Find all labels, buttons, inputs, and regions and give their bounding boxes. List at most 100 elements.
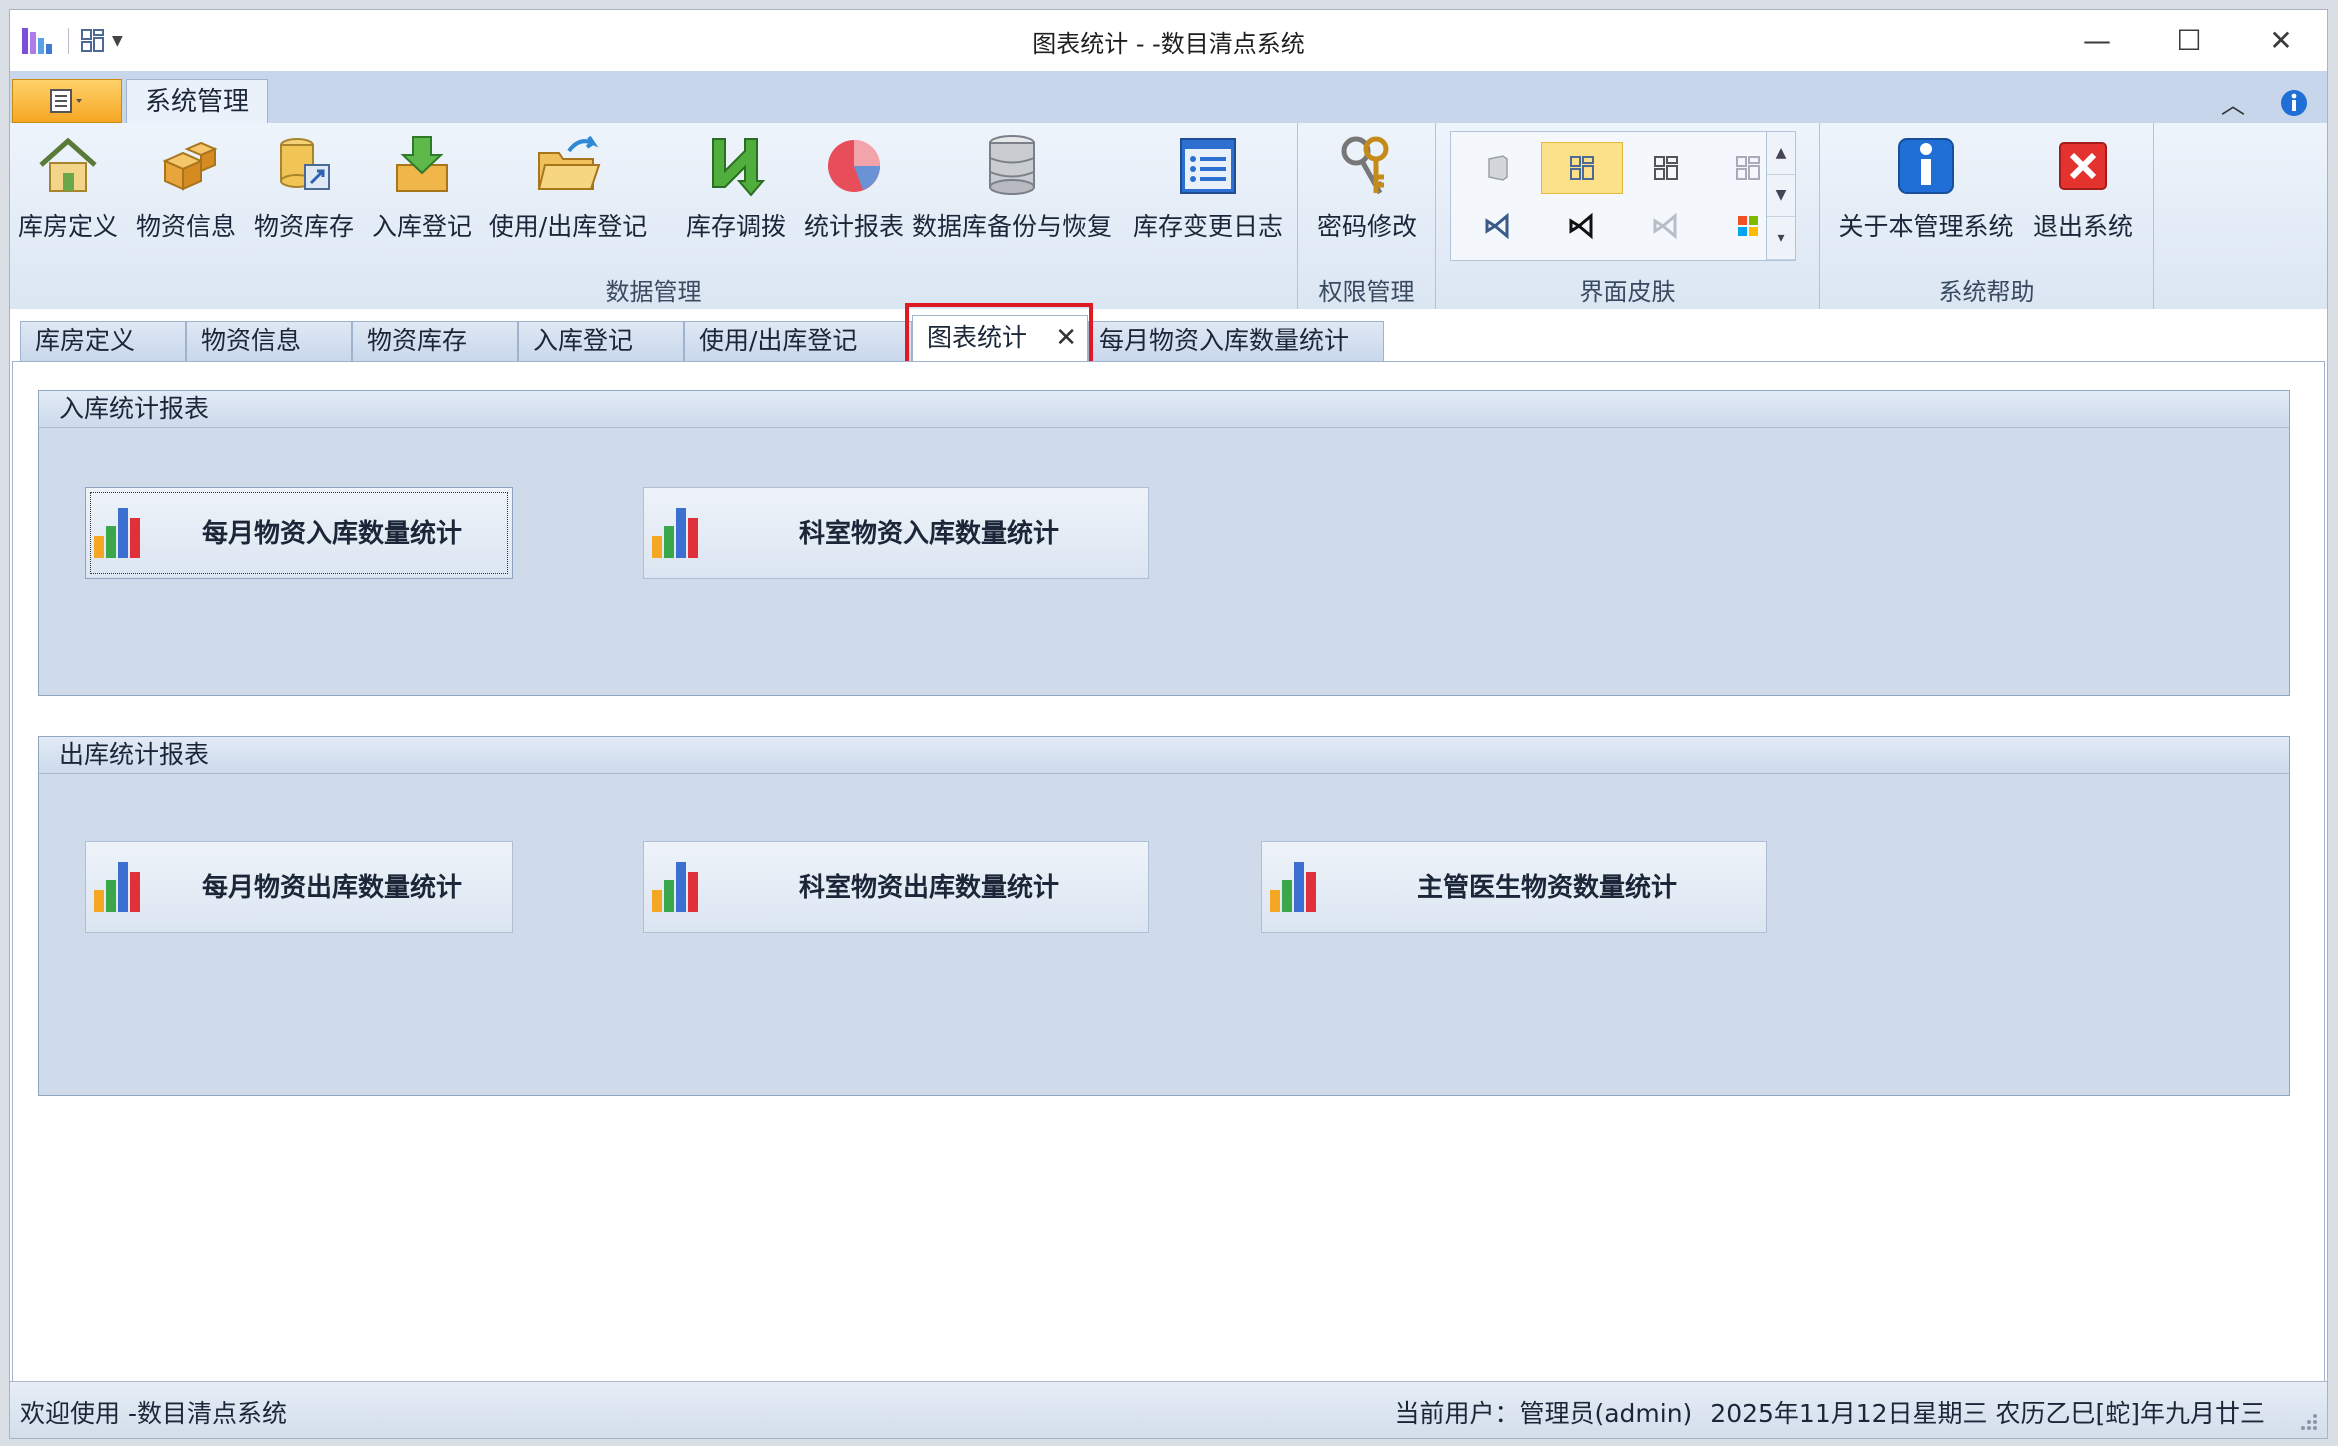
- doc-tab-chart-statistics-label: 图表统计: [927, 323, 1028, 352]
- doc-tab-outbound-register[interactable]: 使用/出库登记: [684, 321, 912, 361]
- outbound-register-button[interactable]: 使用/出库登记: [488, 131, 648, 261]
- maximize-button[interactable]: ☐: [2143, 10, 2235, 71]
- title-bar: ▼ 图表统计 - -数目清点系统 — ☐ ✕: [10, 10, 2327, 71]
- database-backup-button[interactable]: 数据库备份与恢复: [912, 131, 1113, 261]
- outbound-panel-title: 出库统计报表: [39, 737, 2289, 774]
- stock-transfer-button[interactable]: 库存调拨: [676, 131, 796, 261]
- doc-tab-monthly-inbound[interactable]: 每月物资入库数量统计: [1088, 321, 1384, 361]
- maximize-icon: ☐: [2176, 24, 2202, 57]
- database-backup-label: 数据库备份与恢复: [912, 212, 1113, 241]
- material-stock-label: 物资库存: [254, 212, 355, 241]
- transfer-arrow-icon: [712, 138, 766, 197]
- close-icon: ✕: [2269, 24, 2293, 57]
- about-system-button[interactable]: 关于本管理系统: [1836, 131, 2016, 261]
- monthly-outbound-stat-label: 每月物资出库数量统计: [201, 873, 462, 903]
- bar-chart-icon: [652, 508, 698, 558]
- info-icon[interactable]: [2279, 88, 2309, 118]
- skin-gallery-scroller: ▲ ▼ ▾: [1766, 132, 1795, 260]
- group-data-management: 库房定义 物资信息 物资库存 入库登记 使用/出库登记 库存调拨 统计报表 数据…: [10, 123, 1298, 309]
- status-right: 当前用户：管理员(admin) 2025年11月12日星期三 农历乙巳[蛇]年九…: [1394, 1394, 2265, 1430]
- folder-open-icon: [537, 135, 601, 190]
- skin-vs-blue[interactable]: [1457, 200, 1539, 252]
- doc-tab-material-stock[interactable]: 物资库存: [352, 321, 518, 361]
- group-label-system-help: 系统帮助: [1938, 278, 2035, 306]
- department-outbound-stat-button[interactable]: 科室物资出库数量统计: [643, 841, 1149, 933]
- exit-close-icon: [2059, 142, 2107, 190]
- password-change-button[interactable]: 密码修改: [1312, 131, 1422, 261]
- gallery-scroll-up-button[interactable]: ▲: [1767, 132, 1795, 175]
- skin-layout-dark[interactable]: [1625, 142, 1707, 194]
- stock-change-log-button[interactable]: 库存变更日志: [1128, 131, 1288, 261]
- list-log-icon: [1180, 138, 1236, 194]
- monthly-inbound-stat-label: 每月物资入库数量统计: [201, 519, 462, 549]
- status-current-user: 当前用户：管理员(admin): [1394, 1399, 1693, 1428]
- close-button[interactable]: ✕: [2235, 10, 2327, 71]
- skin-gallery: ▲ ▼ ▾: [1450, 131, 1796, 261]
- warehouse-definition-button[interactable]: 库房定义: [18, 131, 118, 261]
- statistics-report-label: 统计报表: [803, 212, 904, 241]
- keys-icon: [1341, 136, 1389, 195]
- visual-studio-dark-icon: [1569, 212, 1593, 240]
- stock-change-log-label: 库存变更日志: [1132, 212, 1283, 241]
- content-area: 入库统计报表 每月物资入库数量统计 科室物资入库数量统计 出库统计报表 每月物资…: [12, 361, 2325, 1383]
- group-label-data-management: 数据管理: [605, 278, 702, 306]
- close-tab-icon[interactable]: ✕: [1055, 316, 1077, 360]
- department-inbound-stat-button[interactable]: 科室物资入库数量统计: [643, 487, 1149, 579]
- monthly-outbound-stat-button[interactable]: 每月物资出库数量统计: [85, 841, 513, 933]
- status-welcome: 欢迎使用 -数目清点系统: [20, 1399, 287, 1428]
- material-info-label: 物资信息: [136, 212, 237, 241]
- status-bar: 欢迎使用 -数目清点系统 当前用户：管理员(admin) 2025年11月12日…: [10, 1381, 2327, 1438]
- inbound-register-button[interactable]: 入库登记: [372, 131, 472, 261]
- house-icon: [39, 137, 97, 192]
- doc-tab-chart-statistics[interactable]: 图表统计 ✕: [912, 315, 1088, 361]
- office-skin-icon: [1488, 155, 1508, 181]
- group-label-permission-management: 权限管理: [1318, 278, 1415, 306]
- layout-skin-icon: [1570, 156, 1594, 180]
- doctor-material-stat-label: 主管医生物资数量统计: [1416, 873, 1677, 903]
- minimize-button[interactable]: —: [2051, 10, 2143, 71]
- doc-tab-inbound-register[interactable]: 入库登记: [518, 321, 684, 361]
- group-label-interface-skin: 界面皮肤: [1579, 278, 1676, 306]
- exit-system-label: 退出系统: [2032, 212, 2133, 241]
- doc-tab-material-info[interactable]: 物资信息: [186, 321, 352, 361]
- bar-chart-icon: [1270, 862, 1316, 912]
- resize-grip-icon[interactable]: [2297, 1410, 2319, 1432]
- department-inbound-stat-label: 科室物资入库数量统计: [798, 519, 1059, 549]
- material-stock-button[interactable]: 物资库存: [254, 131, 354, 261]
- monthly-inbound-stat-button[interactable]: 每月物资入库数量统计: [85, 487, 513, 579]
- status-date: 2025年11月12日星期三 农历乙巳[蛇]年九月廿三: [1710, 1399, 2265, 1428]
- visual-studio-light-icon: [1653, 212, 1677, 240]
- layout-dark-icon: [1654, 156, 1678, 180]
- ribbon-tab-row: 系统管理 ︿: [10, 71, 2327, 124]
- pie-chart-icon: [828, 140, 880, 192]
- database-stock-icon: [280, 138, 330, 190]
- statistics-report-button[interactable]: 统计报表: [794, 131, 914, 261]
- ribbon-collapse-icon[interactable]: ︿: [2221, 85, 2245, 120]
- group-interface-skin: ▲ ▼ ▾ 界面皮肤: [1436, 123, 1820, 309]
- outbound-register-label: 使用/出库登记: [488, 212, 648, 241]
- inbox-download-icon: [396, 136, 448, 192]
- material-info-button[interactable]: 物资信息: [136, 131, 236, 261]
- ribbon-tab-system-management[interactable]: 系统管理: [126, 79, 268, 124]
- ribbon-panel: 库房定义 物资信息 物资库存 入库登记 使用/出库登记 库存调拨 统计报表 数据…: [10, 123, 2327, 310]
- inbound-register-label: 入库登记: [372, 212, 473, 241]
- gallery-scroll-down-button[interactable]: ▼: [1767, 175, 1795, 218]
- exit-system-button[interactable]: 退出系统: [2028, 131, 2138, 261]
- main-window: ▼ 图表统计 - -数目清点系统 — ☐ ✕ 系统管理 ︿ 库房定义 物资信息 …: [9, 9, 2328, 1439]
- gallery-expand-button[interactable]: ▾: [1767, 217, 1795, 260]
- doc-tab-warehouse-definition[interactable]: 库房定义: [20, 321, 186, 361]
- skin-office-2019[interactable]: [1541, 142, 1623, 194]
- stock-transfer-label: 库存调拨: [685, 212, 786, 241]
- warehouse-definition-label: 库房定义: [18, 212, 119, 241]
- application-menu-button[interactable]: [12, 79, 122, 123]
- about-info-icon: [1898, 138, 1954, 194]
- bar-chart-icon: [94, 508, 140, 558]
- skin-vs-light[interactable]: [1625, 200, 1707, 252]
- doctor-material-stat-button[interactable]: 主管医生物资数量统计: [1261, 841, 1767, 933]
- bar-chart-icon: [652, 862, 698, 912]
- about-system-label: 关于本管理系统: [1838, 212, 2014, 241]
- inbound-report-panel: 入库统计报表 每月物资入库数量统计 科室物资入库数量统计: [38, 390, 2290, 696]
- skin-vs-dark[interactable]: [1541, 200, 1623, 252]
- password-change-label: 密码修改: [1316, 212, 1417, 241]
- skin-office-2007[interactable]: [1457, 142, 1539, 194]
